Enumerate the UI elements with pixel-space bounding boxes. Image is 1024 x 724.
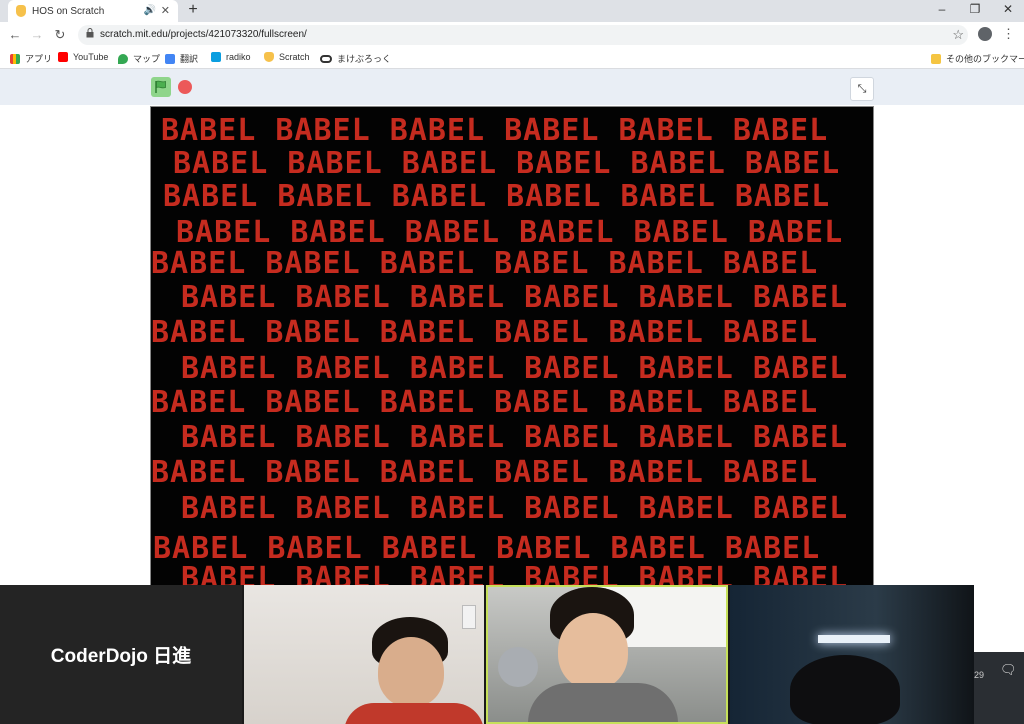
bookmark-label: アプリ (25, 54, 53, 64)
stage-babel-row: BABEL BABEL BABEL BABEL BABEL BABEL (181, 351, 849, 386)
bookmark-apps[interactable]: アプリ (10, 52, 52, 65)
stage-babel-row: BABEL BABEL BABEL BABEL BABEL BABEL (151, 315, 819, 350)
apps-grid-icon (10, 53, 20, 64)
host-name-tile[interactable]: CoderDojo 日進 (0, 585, 242, 724)
bookmark-label: まけぶろっく (337, 54, 392, 64)
bookmark-maps[interactable]: マップ (118, 52, 160, 65)
taskbar-fragment: 29 🗨 (974, 652, 1024, 724)
stage-babel-row: BABEL BABEL BABEL BABEL BABEL BABEL (151, 246, 819, 281)
restore-button[interactable]: ❐ (965, 2, 985, 16)
ceiling-light (818, 635, 890, 643)
stop-button[interactable] (178, 80, 192, 94)
stage-babel-row: BABEL BABEL BABEL BABEL BABEL BABEL (176, 215, 844, 250)
fan (498, 647, 538, 687)
navigation-bar: ← → ↻ scratch.mit.edu/projects/421073320… (0, 22, 1024, 48)
bookmarks-bar: アプリ YouTube マップ 翻訳 radiko Scratch まけぶろっく… (0, 48, 1024, 69)
participant-shirt (344, 703, 484, 724)
host-name: CoderDojo 日進 (50, 646, 192, 667)
tab-close-icon[interactable]: ✕ (161, 4, 170, 17)
reload-button[interactable]: ↻ (52, 27, 68, 43)
bookmark-translate[interactable]: 翻訳 (165, 52, 198, 65)
video-call-strip: CoderDojo 日進 (0, 585, 974, 724)
tab-title: HOS on Scratch (32, 5, 105, 17)
audio-playing-icon[interactable]: 🔊 (144, 5, 156, 16)
bookmark-makeblock[interactable]: まけぶろっく (320, 52, 391, 65)
stage-babel-row: BABEL BABEL BABEL BABEL BABEL BABEL (151, 455, 819, 490)
bookmark-label: radiko (226, 52, 251, 62)
address-bar[interactable]: scratch.mit.edu/projects/421073320/fulls… (78, 25, 968, 45)
browser-tab[interactable]: HOS on Scratch 🔊 ✕ (8, 0, 178, 22)
new-tab-button[interactable]: + (184, 1, 202, 19)
exit-fullscreen-icon[interactable]: ⤡ (850, 77, 874, 101)
back-button[interactable]: ← (7, 27, 23, 42)
youtube-icon (58, 52, 68, 62)
green-flag-button[interactable] (151, 77, 171, 97)
green-flag-icon (155, 80, 166, 93)
participant-face (378, 637, 444, 707)
participant-video-3[interactable] (730, 585, 974, 724)
clock-fragment: 29 (974, 670, 985, 680)
bookmark-label: Scratch (279, 52, 310, 62)
link-icon (320, 54, 332, 63)
participant-head-silhouette (790, 655, 900, 724)
bookmark-other-folder[interactable]: その他のブックマーク (931, 52, 1024, 65)
scratch-icon (264, 52, 274, 62)
bookmark-label: マップ (133, 54, 161, 64)
stage-babel-row: BABEL BABEL BABEL BABEL BABEL BABEL (151, 385, 819, 420)
scratch-stage[interactable]: BABEL BABEL BABEL BABEL BABEL BABEL BABEL… (150, 106, 874, 586)
minimize-button[interactable]: – (932, 2, 952, 16)
participant-face (558, 613, 628, 689)
bookmark-label: その他のブックマーク (946, 54, 1024, 64)
notification-icon[interactable]: 🗨 (1000, 662, 1017, 678)
light-switch (462, 605, 476, 629)
bookmark-youtube[interactable]: YouTube (58, 52, 108, 62)
stage-babel-row: BABEL BABEL BABEL BABEL BABEL BABEL (161, 113, 829, 148)
stage-babel-row: BABEL BABEL BABEL BABEL BABEL BABEL (181, 491, 849, 526)
bookmark-star-icon[interactable]: ☆ (952, 27, 964, 43)
radiko-icon (211, 52, 221, 62)
maps-pin-icon (118, 53, 128, 64)
bookmark-scratch[interactable]: Scratch (264, 52, 310, 62)
profile-avatar-icon[interactable] (978, 27, 992, 41)
close-window-button[interactable]: ✕ (998, 2, 1018, 16)
tab-bar: HOS on Scratch 🔊 ✕ + – ❐ ✕ (0, 0, 1024, 22)
participant-video-1[interactable] (244, 585, 484, 724)
participant-video-active-speaker[interactable] (486, 585, 728, 724)
bookmark-label: 翻訳 (180, 54, 199, 64)
stage-babel-row: BABEL BABEL BABEL BABEL BABEL BABEL (173, 146, 841, 181)
stage-babel-row: BABEL BABEL BABEL BABEL BABEL BABEL (181, 420, 849, 455)
bookmark-label: YouTube (73, 52, 109, 62)
participant-shirt (528, 683, 678, 722)
stage-babel-row: BABEL BABEL BABEL BABEL BABEL BABEL (181, 280, 849, 315)
stage-babel-row: BABEL BABEL BABEL BABEL BABEL BABEL (163, 179, 831, 214)
folder-icon (931, 53, 941, 64)
url-text[interactable]: scratch.mit.edu/projects/421073320/fulls… (100, 29, 307, 40)
translate-icon (165, 53, 175, 64)
stage-babel-row: BABEL BABEL BABEL BABEL BABEL BABEL (181, 561, 849, 586)
lock-icon[interactable] (86, 28, 94, 41)
scratch-controls-bar: ⤡ (0, 69, 1024, 105)
scratch-favicon-icon (16, 5, 26, 17)
bookmark-radiko[interactable]: radiko (211, 52, 251, 62)
browser-menu-icon[interactable]: ⋮ (1002, 26, 1015, 42)
forward-button[interactable]: → (29, 27, 45, 42)
